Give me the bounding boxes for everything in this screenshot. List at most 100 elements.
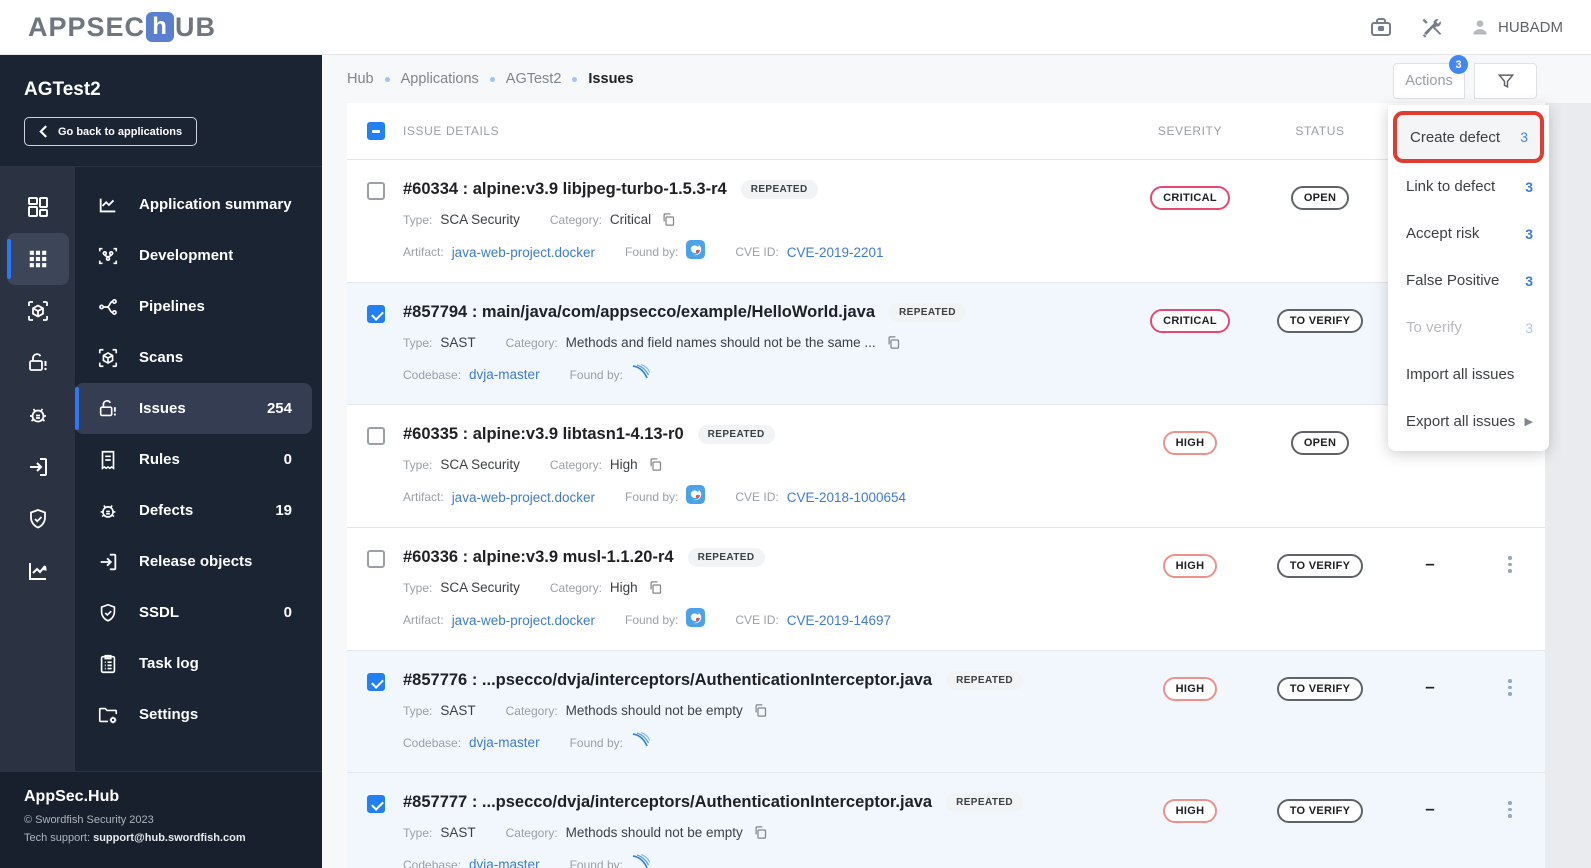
sidebar-item-ssdl[interactable]: SSDL 0 xyxy=(75,587,312,638)
issue-title[interactable]: #60335 : alpine:v3.9 libtasn1-4.13-r0 xyxy=(403,425,684,444)
rail-ssdl[interactable] xyxy=(7,493,69,545)
shield-check-icon xyxy=(29,509,46,529)
repeated-badge: REPEATED xyxy=(687,548,765,567)
codebase-link[interactable]: dvja-master xyxy=(469,857,540,868)
rules-count: 0 xyxy=(283,451,292,468)
chevron-left-icon xyxy=(39,125,47,138)
sast-scanner-icon xyxy=(631,853,651,868)
breadcrumb-separator-icon xyxy=(572,76,578,82)
rail-analytics[interactable] xyxy=(7,545,69,597)
sidebar-item-issues[interactable]: Issues 254 xyxy=(75,383,312,434)
copy-icon[interactable] xyxy=(661,212,676,227)
rail-applications[interactable] xyxy=(6,233,69,285)
row-checkbox[interactable] xyxy=(367,182,385,200)
select-all-checkbox[interactable] xyxy=(367,122,385,140)
sidebar-menu: Application summary Development Pipeline… xyxy=(75,167,322,771)
breadcrumb-applications[interactable]: Applications xyxy=(401,71,479,87)
menu-item-accept-risk[interactable]: Accept risk 3 xyxy=(1388,210,1549,257)
scan-cube-icon xyxy=(27,301,48,321)
issue-title[interactable]: #857776 : ...psecco/dvja/interceptors/Au… xyxy=(403,671,932,690)
row-checkbox[interactable] xyxy=(367,795,385,813)
sidebar-item-release-objects[interactable]: Release objects xyxy=(75,536,312,587)
filter-funnel-icon xyxy=(1497,74,1514,89)
issue-title[interactable]: #60334 : alpine:v3.9 libjpeg-turbo-1.5.3… xyxy=(403,180,727,199)
rail-issues[interactable] xyxy=(7,337,69,389)
release-exit-icon xyxy=(100,553,117,570)
toolbox-icon[interactable] xyxy=(1369,15,1393,39)
cve-link[interactable]: CVE-2019-14697 xyxy=(787,613,891,628)
row-menu-icon[interactable] xyxy=(1504,797,1516,822)
issue-row[interactable]: #60336 : alpine:v3.9 musl-1.1.20-r4 REPE… xyxy=(347,528,1545,650)
issue-row[interactable]: #60335 : alpine:v3.9 libtasn1-4.13-r0 RE… xyxy=(347,405,1545,527)
breadcrumb-agtest2[interactable]: AGTest2 xyxy=(506,71,562,87)
go-back-to-applications-button[interactable]: Go back to applications xyxy=(24,117,198,146)
artifact-link[interactable]: java-web-project.docker xyxy=(452,490,595,505)
sidebar-item-settings[interactable]: Settings xyxy=(75,689,312,740)
bug-icon xyxy=(29,408,46,423)
rail-release-objects[interactable] xyxy=(7,441,69,493)
copy-icon[interactable] xyxy=(886,335,901,350)
copy-icon[interactable] xyxy=(648,457,663,472)
breadcrumb-hub[interactable]: Hub xyxy=(347,71,374,87)
rail-scans[interactable] xyxy=(7,285,69,337)
menu-item-link-to-defect[interactable]: Link to defect 3 xyxy=(1388,163,1549,210)
support-email[interactable]: support@hub.swordfish.com xyxy=(93,832,246,844)
issue-title[interactable]: #857777 : ...psecco/dvja/interceptors/Au… xyxy=(403,793,932,812)
row-checkbox[interactable] xyxy=(367,427,385,445)
row-menu-icon[interactable] xyxy=(1504,675,1516,700)
sidebar-item-rules[interactable]: Rules 0 xyxy=(75,434,312,485)
issue-row[interactable]: #857794 : main/java/com/appsecco/example… xyxy=(347,283,1545,404)
issue-row[interactable]: #857777 : ...psecco/dvja/interceptors/Au… xyxy=(347,773,1545,868)
lock-alert-icon xyxy=(99,399,116,416)
issue-row[interactable]: #60334 : alpine:v3.9 libjpeg-turbo-1.5.3… xyxy=(347,160,1545,282)
menu-item-import-all-issues[interactable]: Import all issues xyxy=(1388,351,1549,398)
issue-type: SAST xyxy=(440,335,476,350)
submenu-arrow-icon: ▶ xyxy=(1524,416,1533,428)
row-checkbox[interactable] xyxy=(367,550,385,568)
admin-tools-icon[interactable] xyxy=(1419,15,1444,40)
status-badge: TO VERIFY xyxy=(1276,554,1364,578)
right-gutter xyxy=(1545,103,1591,868)
sidebar-item-task-log[interactable]: Task log xyxy=(75,638,312,689)
top-header: APPSEC h UB HUBADM xyxy=(0,0,1591,55)
sidebar-item-scans[interactable]: Scans xyxy=(75,332,312,383)
issue-row[interactable]: #857776 : ...psecco/dvja/interceptors/Au… xyxy=(347,651,1545,772)
menu-item-false-positive[interactable]: False Positive 3 xyxy=(1388,257,1549,304)
sidebar-item-application-summary[interactable]: Application summary xyxy=(75,179,312,230)
cve-link[interactable]: CVE-2019-2201 xyxy=(787,245,884,260)
defect-cell: – xyxy=(1425,677,1435,696)
appsechub-app: APPSEC h UB HUBADM AGTest2 Go back to ap… xyxy=(0,0,1591,868)
menu-item-export-all-issues[interactable]: Export all issues ▶ xyxy=(1388,398,1549,445)
issue-title[interactable]: #60336 : alpine:v3.9 musl-1.1.20-r4 xyxy=(403,548,674,567)
copy-icon[interactable] xyxy=(648,580,663,595)
release-exit-icon xyxy=(29,458,47,476)
filter-button[interactable] xyxy=(1474,63,1537,99)
severity-badge: CRITICAL xyxy=(1150,186,1230,210)
row-checkbox[interactable] xyxy=(367,673,385,691)
footer-support: Tech support: support@hub.swordfish.com xyxy=(24,832,246,844)
copy-icon[interactable] xyxy=(753,825,768,840)
repeated-badge: REPEATED xyxy=(946,793,1024,812)
code-branch-icon xyxy=(98,247,118,264)
sidebar-footer: AppSec.Hub © Swordfish Security 2023 Tec… xyxy=(0,771,322,868)
sidebar-item-defects[interactable]: Defects 19 xyxy=(75,485,312,536)
actions-dropdown-menu: Create defect 3 Link to defect 3 Accept … xyxy=(1388,105,1549,451)
artifact-link[interactable]: java-web-project.docker xyxy=(452,613,595,628)
user-menu[interactable]: HUBADM xyxy=(1470,17,1563,37)
copy-icon[interactable] xyxy=(753,703,768,718)
artifact-link[interactable]: java-web-project.docker xyxy=(452,245,595,260)
cve-link[interactable]: CVE-2018-1000654 xyxy=(787,490,906,505)
severity-badge: HIGH xyxy=(1162,677,1218,701)
sidebar-item-development[interactable]: Development xyxy=(75,230,312,281)
menu-item-create-defect[interactable]: Create defect 3 xyxy=(1397,115,1540,159)
severity-badge: HIGH xyxy=(1162,431,1218,455)
row-menu-icon[interactable] xyxy=(1504,552,1516,577)
application-name: AGTest2 xyxy=(24,79,101,100)
issue-title[interactable]: #857794 : main/java/com/appsecco/example… xyxy=(403,303,875,322)
sidebar-item-pipelines[interactable]: Pipelines xyxy=(75,281,312,332)
rail-dashboard[interactable] xyxy=(7,181,69,233)
codebase-link[interactable]: dvja-master xyxy=(469,367,540,382)
codebase-link[interactable]: dvja-master xyxy=(469,735,540,750)
row-checkbox[interactable] xyxy=(367,305,385,323)
rail-defects[interactable] xyxy=(7,389,69,441)
